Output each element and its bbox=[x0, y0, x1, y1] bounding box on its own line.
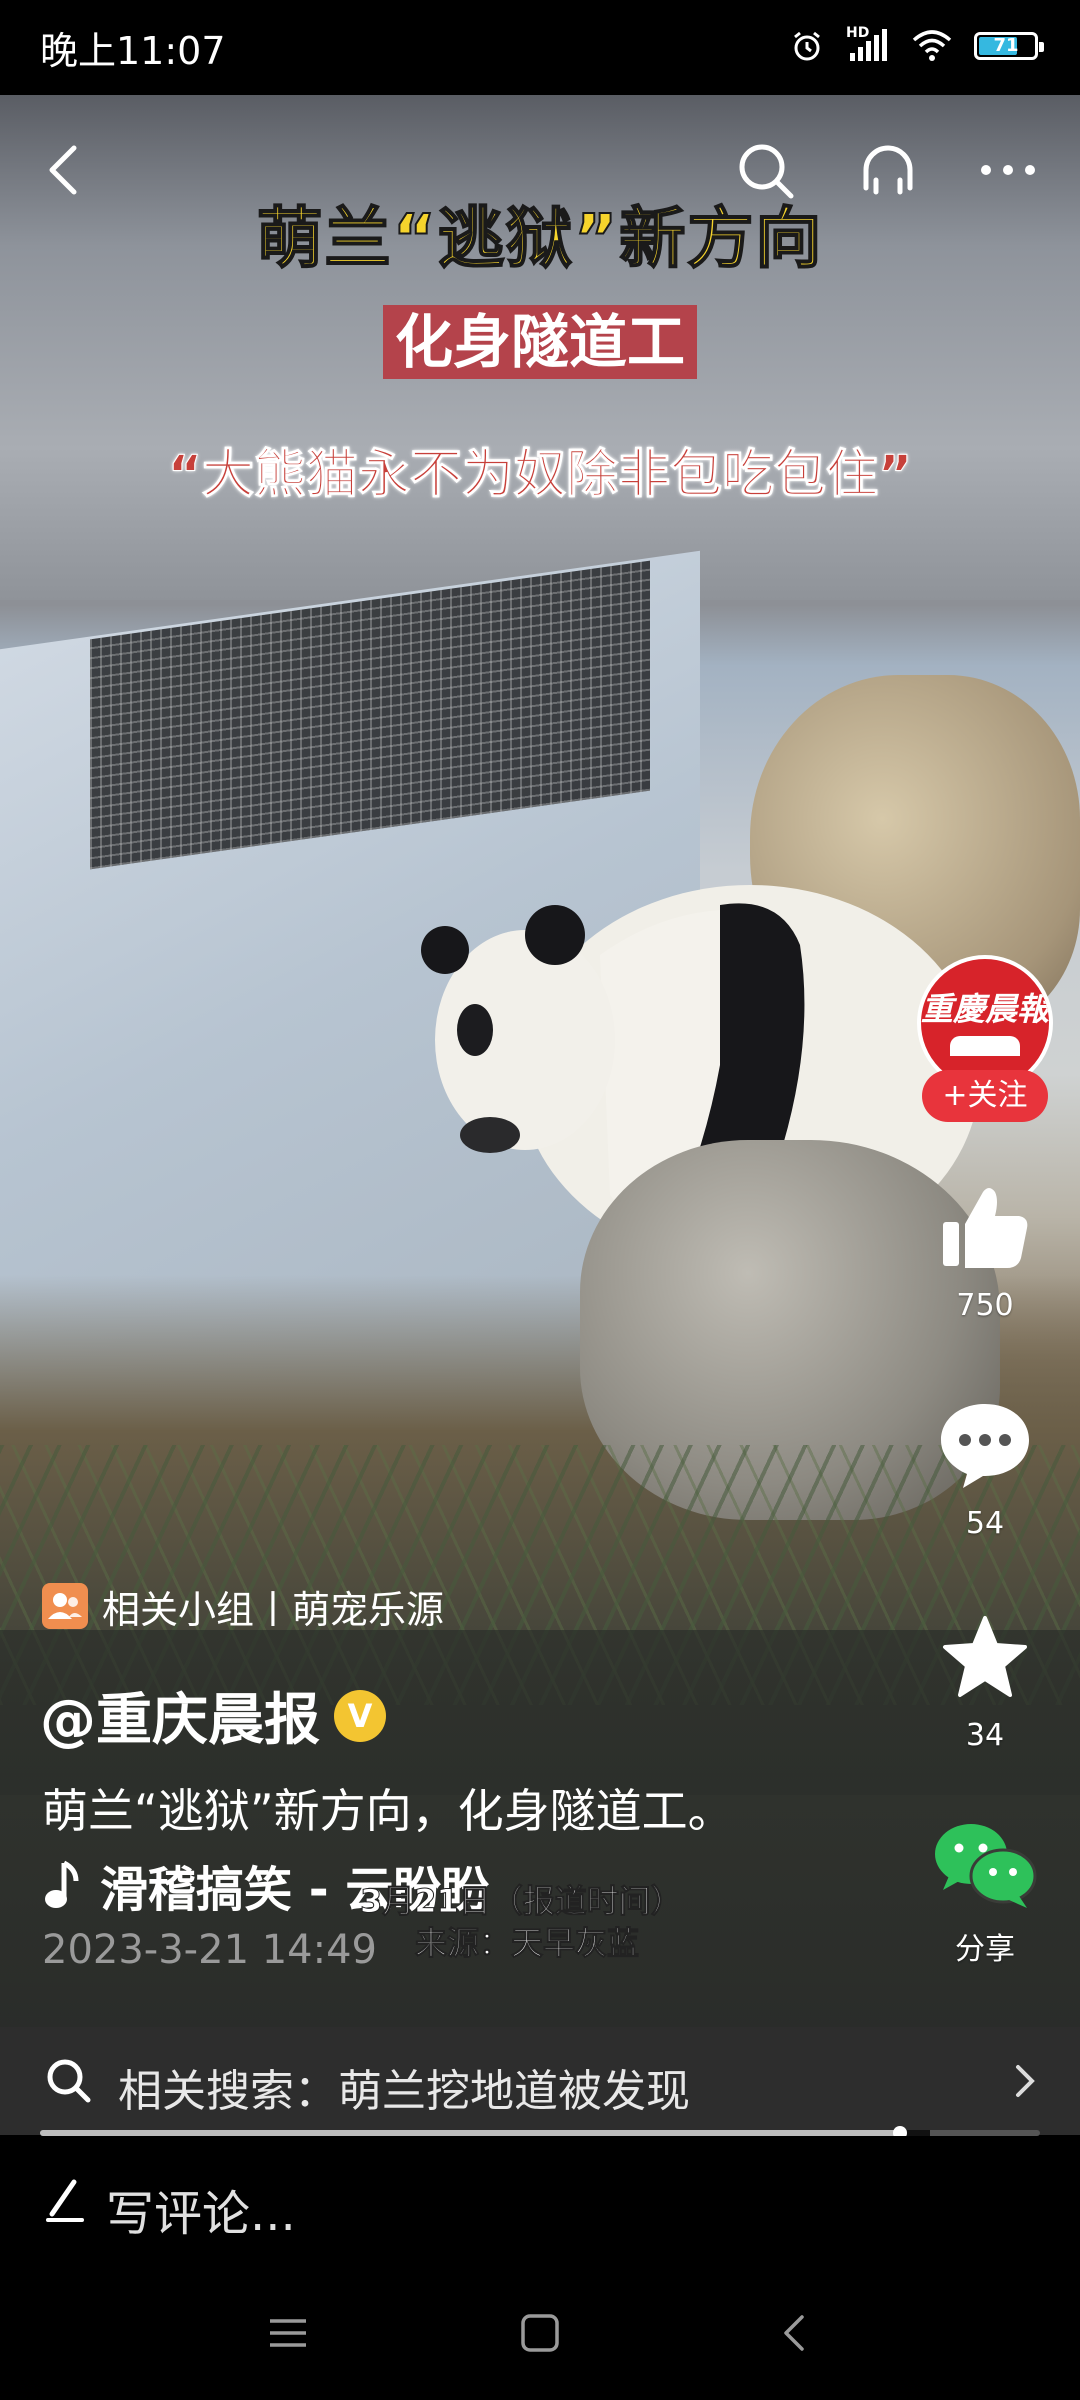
star-icon bbox=[943, 1616, 1027, 1697]
network-label: HD bbox=[846, 25, 870, 41]
status-bar: 晚上11:07 HD 71 bbox=[0, 0, 1080, 95]
report-caption-line1: 3月21日（报道时间） bbox=[360, 1882, 684, 1921]
related-group-tag[interactable]: 相关小组丨萌宠乐源 bbox=[42, 1578, 458, 1634]
related-search-text: 相关搜索：萌兰挖地道被发现 bbox=[118, 2066, 690, 2117]
share-label: 分享 bbox=[955, 1932, 1015, 1967]
alarm-icon bbox=[794, 31, 820, 61]
favorite-button[interactable]: 34 bbox=[915, 1612, 1055, 1753]
favorite-count: 34 bbox=[965, 1718, 1005, 1753]
report-caption: 3月21日（报道时间） 来源：天早灰蓝 bbox=[360, 1880, 684, 1964]
headphones-icon[interactable] bbox=[860, 142, 916, 198]
system-nav-bar bbox=[0, 2266, 1080, 2400]
video-title-line2-wrap: 化身隧道工 bbox=[0, 305, 1080, 379]
comment-bar[interactable]: 写评论... bbox=[0, 2136, 1080, 2266]
author-name[interactable]: @重庆晨报 V bbox=[40, 1675, 386, 1756]
group-tag-label: 相关小组丨萌宠乐源 bbox=[102, 1587, 445, 1632]
share-button[interactable]: 分享 bbox=[915, 1820, 1055, 1968]
home-icon[interactable] bbox=[518, 2311, 562, 2355]
status-time: 晚上11:07 bbox=[40, 29, 226, 73]
post-date: 2023-3-21 14:49 bbox=[42, 1927, 377, 1973]
status-icons: HD 71 bbox=[790, 25, 1044, 66]
menu-icon[interactable] bbox=[266, 2311, 310, 2355]
music-note-icon bbox=[45, 1860, 79, 1908]
more-icon[interactable] bbox=[978, 158, 1038, 182]
pen-icon bbox=[46, 2179, 84, 2222]
post-description: 萌兰“逃狱”新方向，化身隧道工。 bbox=[42, 1784, 734, 1838]
battery-icon: 71 bbox=[974, 32, 1044, 60]
like-button[interactable]: 750 bbox=[915, 1182, 1055, 1323]
battery-level: 71 bbox=[993, 35, 1019, 56]
related-search-bar[interactable]: 相关搜索：萌兰挖地道被发现 bbox=[0, 2027, 1080, 2135]
video-title-line1: 萌兰“逃狱”新方向 bbox=[256, 199, 824, 278]
chevron-right-icon bbox=[1016, 2065, 1035, 2097]
signal-icon: HD bbox=[846, 25, 890, 63]
group-icon bbox=[42, 1583, 88, 1629]
wifi-icon bbox=[912, 30, 952, 61]
wechat-icon bbox=[935, 1824, 1037, 1908]
thumbs-up-icon bbox=[943, 1188, 1028, 1268]
nav-back-icon[interactable] bbox=[772, 2311, 816, 2355]
video-title-line2: 化身隧道工 bbox=[382, 305, 697, 379]
comment-input-placeholder[interactable]: 写评论... bbox=[106, 2174, 296, 2244]
author-handle: @重庆晨报 bbox=[40, 1688, 320, 1753]
follow-button[interactable]: +关注 bbox=[922, 1070, 1048, 1122]
comment-button[interactable]: 54 bbox=[915, 1400, 1055, 1541]
like-count: 750 bbox=[956, 1288, 1014, 1323]
back-icon[interactable] bbox=[40, 140, 90, 200]
search-icon[interactable] bbox=[735, 140, 797, 202]
verified-badge-icon: V bbox=[334, 1689, 386, 1742]
video-title-line3: “大熊猫永不为奴除非包吃包住” bbox=[167, 445, 913, 506]
related-search-icon bbox=[47, 2059, 91, 2103]
comment-icon bbox=[941, 1404, 1029, 1488]
comment-count: 54 bbox=[965, 1506, 1005, 1541]
report-caption-line2: 来源：天早灰蓝 bbox=[415, 1924, 640, 1963]
avatar-logo-mark bbox=[950, 1036, 1020, 1056]
avatar-logo-text: 重慶晨報 bbox=[921, 990, 1050, 1028]
